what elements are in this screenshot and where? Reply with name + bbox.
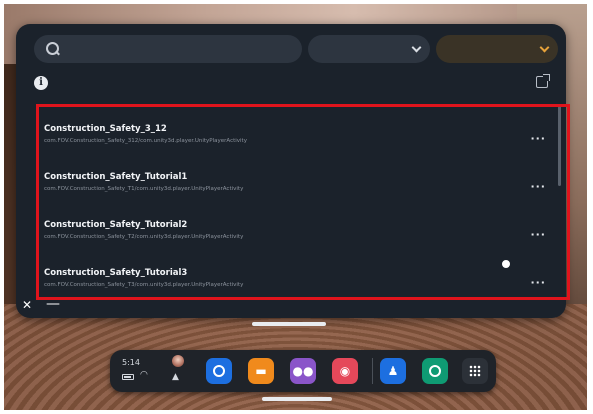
camera-icon[interactable]: ◉	[332, 358, 358, 384]
social-icon[interactable]: ♟	[380, 358, 406, 384]
wifi-icon: ◠	[140, 370, 148, 380]
store-icon[interactable]: ▬	[248, 358, 274, 384]
search-input[interactable]	[68, 43, 288, 55]
taskbar-divider	[372, 358, 373, 384]
app-package: com.FOV.Construction_Safety_T2/com.unity…	[44, 234, 244, 240]
app-title: Construction_Safety_3_12	[44, 124, 167, 134]
notification-icon[interactable]: ▲	[172, 372, 179, 382]
tv-icon[interactable]	[422, 358, 448, 384]
taskbar: 5:14 ◠ ▲ ▬ ●● ◉ ♟	[110, 350, 496, 392]
unknown-sources-notice	[52, 74, 532, 98]
app-list: Construction_Safety_3_12 com.FOV.Constru…	[34, 106, 556, 306]
app-title: Construction_Safety_Tutorial3	[44, 268, 188, 278]
list-item[interactable]: Construction_Safety_3_12 com.FOV.Constru…	[34, 118, 556, 162]
info-icon: i	[34, 76, 48, 90]
app-title: Construction_Safety_Tutorial1	[44, 172, 188, 182]
list-item[interactable]: Construction_Safety_Tutorial3 com.FOV.Co…	[34, 262, 556, 306]
app-package: com.FOV.Construction_Safety_312/com.unit…	[44, 138, 247, 144]
more-options-icon[interactable]: ···	[530, 180, 546, 193]
close-button[interactable]: ✕	[22, 298, 32, 312]
minimize-button[interactable]: —	[46, 296, 60, 312]
search-bar[interactable]	[34, 35, 302, 63]
sort-dropdown[interactable]	[308, 35, 430, 63]
more-options-icon[interactable]: ···	[530, 228, 546, 241]
list-item[interactable]: Construction_Safety_Tutorial1 com.FOV.Co…	[34, 166, 556, 210]
search-icon	[46, 42, 60, 56]
battery-icon	[122, 374, 134, 380]
chevron-down-icon	[411, 42, 422, 52]
scrollbar[interactable]	[558, 106, 561, 186]
app-title: Construction_Safety_Tutorial2	[44, 220, 188, 230]
taskbar-grab-handle[interactable]	[262, 397, 332, 401]
clock: 5:14	[122, 358, 140, 367]
filter-dropdown[interactable]	[436, 35, 558, 63]
library-panel: i Construction_Safety_3_12 com.FOV.Const…	[16, 24, 566, 318]
app-package: com.FOV.Construction_Safety_T1/com.unity…	[44, 186, 244, 192]
people-icon[interactable]: ●●	[290, 358, 316, 384]
chevron-down-icon	[539, 42, 550, 52]
compass-icon[interactable]	[206, 358, 232, 384]
app-package: com.FOV.Construction_Safety_T3/com.unity…	[44, 282, 244, 288]
avatar[interactable]	[172, 355, 184, 367]
window-grab-handle[interactable]	[252, 322, 326, 326]
more-options-icon[interactable]: ···	[530, 276, 546, 289]
app-grid-icon[interactable]	[462, 358, 488, 384]
more-options-icon[interactable]: ···	[530, 132, 546, 145]
pointer-cursor	[502, 260, 510, 268]
open-external-icon[interactable]	[536, 74, 550, 88]
list-item[interactable]: Construction_Safety_Tutorial2 com.FOV.Co…	[34, 214, 556, 258]
